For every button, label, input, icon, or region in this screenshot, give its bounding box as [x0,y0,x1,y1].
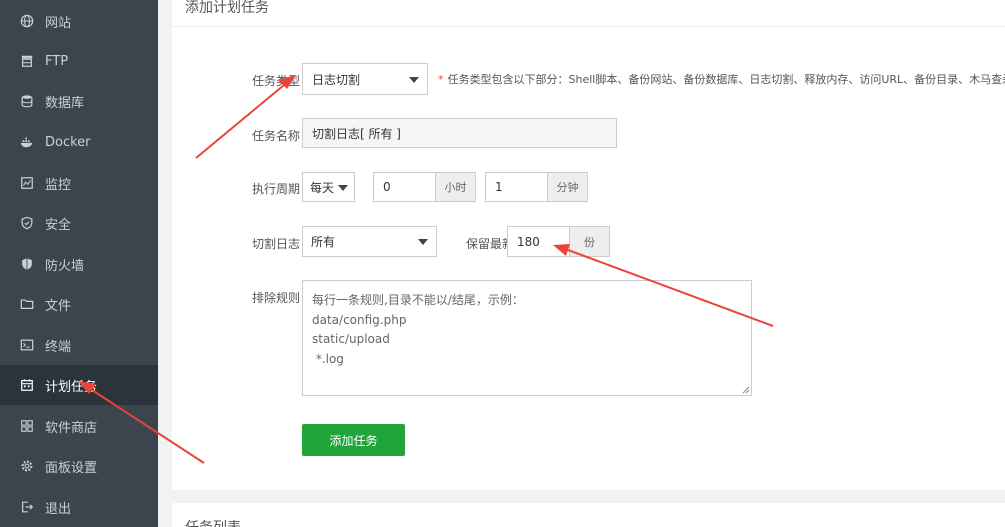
hour-unit: 小时 [436,172,476,202]
firewall-icon [19,256,35,272]
exclude-placeholder-line: data/config.php [312,312,407,327]
minute-input[interactable]: 1 [485,172,548,202]
sidebar-item-ftp[interactable]: FTP [0,41,158,81]
sidebar-item-label: 计划任务 [45,379,98,395]
terminal-icon [19,337,35,353]
minute-value: 1 [495,180,503,194]
page-title: 添加计划任务 [185,0,269,16]
chevron-down-icon [409,77,419,83]
hour-input[interactable]: 0 [373,172,436,202]
ftp-icon [19,53,35,69]
hour-value: 0 [383,180,391,194]
calendar-icon [19,377,35,393]
apps-icon [19,418,35,434]
task-name-value: 切割日志[ 所有 ] [312,126,401,141]
period-label: 执行周期 [251,182,300,196]
sidebar-item-label: 数据库 [45,95,85,111]
cut-log-select[interactable]: 所有 [302,226,437,257]
sidebar-item-terminal[interactable]: 终端 [0,325,158,365]
sidebar-item-label: 终端 [45,339,72,355]
sidebar-item-website[interactable]: 网站 [0,1,158,41]
keep-count-input[interactable]: 180 [507,226,570,257]
sidebar-item-label: FTP [45,53,69,69]
exclude-rules-label: 排除规则 [251,291,300,305]
sidebar-item-label: 面板设置 [45,460,98,476]
database-icon [19,93,35,109]
panel-header: 添加计划任务 [172,0,1005,27]
sidebar-item-label: 安全 [45,217,72,233]
exclude-placeholder-line: static/upload [312,332,390,346]
exclude-placeholder-line: *.log [312,351,344,366]
sidebar: 网站 FTP 数据库 Docker 监控 安全 防火墙 文件 终端 计划任务 软… [0,0,158,527]
task-list-panel: 任务列表 [172,503,1005,527]
sidebar-item-label: Docker [45,134,91,150]
chevron-down-icon [418,239,428,245]
task-type-value: 日志切割 [312,72,361,87]
exclude-placeholder-line: 每行一条规则,目录不能以/结尾，示例： [312,293,524,307]
main-content: 添加计划任务 任务类型 日志切割 * 任务类型包含以下部分：Shell脚本、备份网… [158,0,1005,527]
resize-handle-icon[interactable] [742,386,750,394]
shield-check-icon [19,215,35,231]
sidebar-item-database[interactable]: 数据库 [0,81,158,121]
sidebar-item-files[interactable]: 文件 [0,284,158,324]
exclude-rules-textarea[interactable]: 每行一条规则,目录不能以/结尾，示例： data/config.php stat… [302,280,752,396]
sidebar-item-cron[interactable]: 计划任务 [0,365,158,405]
sidebar-item-label: 软件商店 [45,420,98,436]
cut-log-label: 切割日志 [251,237,300,251]
minute-unit: 分钟 [548,172,588,202]
sidebar-item-label: 防火墙 [45,258,85,274]
docker-icon [19,134,35,150]
task-type-select[interactable]: 日志切割 [302,63,428,95]
sidebar-item-monitor[interactable]: 监控 [0,163,158,203]
add-task-panel: 添加计划任务 任务类型 日志切割 * 任务类型包含以下部分：Shell脚本、备份网… [172,0,1005,490]
sidebar-item-logout[interactable]: 退出 [0,487,158,527]
sidebar-item-docker[interactable]: Docker [0,122,158,162]
sidebar-item-label: 退出 [45,501,72,517]
gear-icon [19,458,35,474]
sidebar-item-label: 网站 [45,15,72,31]
add-task-button[interactable]: 添加任务 [302,424,405,456]
task-type-hint: * 任务类型包含以下部分：Shell脚本、备份网站、备份数据库、日志切割、释放内存… [438,71,1005,87]
chevron-down-icon [338,185,348,191]
keep-unit: 份 [570,226,610,257]
task-name-input[interactable]: 切割日志[ 所有 ] [302,118,617,148]
sidebar-item-firewall[interactable]: 防火墙 [0,244,158,284]
period-type-select[interactable]: 每天 [302,172,355,202]
sidebar-item-store[interactable]: 软件商店 [0,406,158,446]
keep-count-value: 180 [517,234,540,249]
folder-icon [19,296,35,312]
task-list-title: 任务列表 [185,517,241,527]
monitor-icon [19,175,35,191]
sidebar-item-label: 监控 [45,177,72,193]
sidebar-item-security[interactable]: 安全 [0,203,158,243]
globe-icon [19,13,35,29]
task-name-label: 任务名称 [251,129,300,143]
keep-label: 保留最新 [465,237,514,251]
sidebar-item-settings[interactable]: 面板设置 [0,446,158,486]
logout-icon [19,499,35,515]
task-type-label: 任务类型 [251,74,300,88]
task-type-hint-text: 任务类型包含以下部分：Shell脚本、备份网站、备份数据库、日志切割、释放内存、… [447,73,1005,86]
sidebar-item-label: 文件 [45,298,72,314]
required-star-icon: * [438,73,444,86]
cut-log-value: 所有 [311,235,336,249]
period-type-value: 每天 [310,180,335,195]
